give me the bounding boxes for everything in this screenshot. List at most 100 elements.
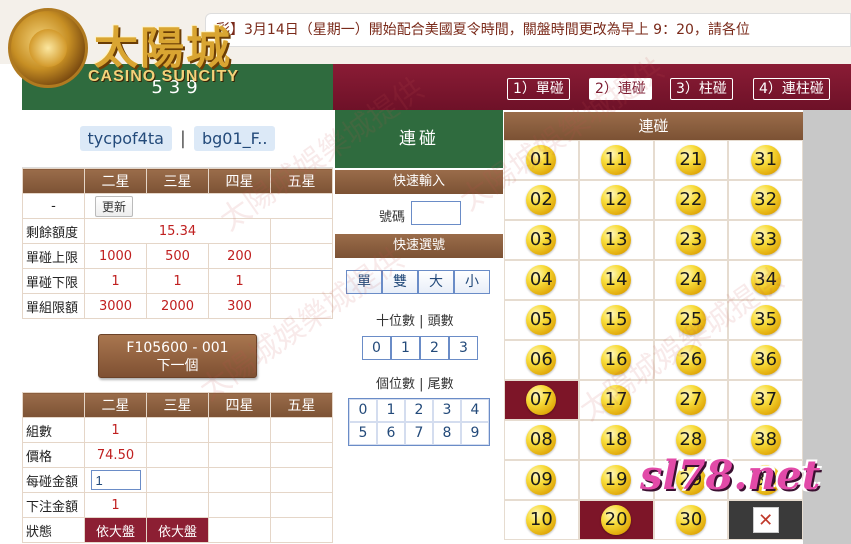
ball-cell[interactable]: 21 [653, 140, 729, 180]
cell-value [270, 517, 333, 543]
number-ball[interactable]: 18 [601, 425, 632, 455]
next-button[interactable]: F105600 - 001 下一個 [98, 334, 257, 378]
tens-digit-button[interactable]: 3 [449, 336, 478, 360]
number-ball[interactable]: 16 [601, 345, 632, 375]
number-ball[interactable]: 06 [526, 345, 557, 375]
number-ball[interactable]: 01 [526, 145, 557, 175]
units-digit-button[interactable]: 6 [377, 422, 405, 445]
ball-cell[interactable]: 11 [578, 140, 654, 180]
ball-cell[interactable]: 33 [728, 220, 803, 260]
ball-cell[interactable]: 24 [653, 260, 729, 300]
number-ball[interactable]: 05 [526, 305, 557, 335]
number-ball[interactable]: 23 [675, 225, 706, 255]
ball-cell[interactable]: 26 [653, 340, 729, 380]
number-ball[interactable]: 02 [526, 185, 557, 215]
clear-cell[interactable]: ✕ [728, 500, 803, 540]
ball-cell[interactable]: 04 [504, 260, 579, 300]
ball-cell[interactable]: 30 [653, 500, 729, 540]
number-ball[interactable]: 10 [526, 505, 557, 535]
ball-cell[interactable]: 14 [578, 260, 654, 300]
ball-cell[interactable]: 20 [578, 500, 654, 540]
ball-cell[interactable]: 17 [578, 380, 654, 420]
units-digit-button[interactable]: 9 [461, 422, 489, 445]
ball-cell[interactable]: 08 [504, 420, 579, 460]
number-input[interactable] [411, 201, 461, 225]
ball-cell[interactable]: 03 [504, 220, 579, 260]
number-ball[interactable]: 37 [750, 385, 781, 415]
tab-column-pair[interactable]: 3）柱碰 [670, 78, 733, 100]
user-info: tycpof4ta | bg01_F.. [22, 110, 333, 168]
small-button[interactable]: 小 [454, 270, 490, 294]
number-ball[interactable]: 07 [526, 385, 557, 415]
number-ball[interactable]: 34 [750, 265, 781, 295]
close-icon[interactable]: ✕ [752, 507, 779, 533]
ball-cell[interactable]: 23 [653, 220, 729, 260]
ball-cell[interactable]: 25 [653, 300, 729, 340]
number-ball[interactable]: 35 [750, 305, 781, 335]
number-ball[interactable]: 32 [750, 185, 781, 215]
ball-cell[interactable]: 13 [578, 220, 654, 260]
number-ball[interactable]: 36 [750, 345, 781, 375]
number-ball[interactable]: 11 [601, 145, 632, 175]
units-digit-button[interactable]: 3 [433, 399, 461, 422]
number-ball[interactable]: 24 [675, 265, 706, 295]
ball-cell[interactable]: 22 [653, 180, 729, 220]
big-button[interactable]: 大 [418, 270, 454, 294]
number-ball[interactable]: 13 [601, 225, 632, 255]
number-ball[interactable]: 03 [526, 225, 557, 255]
number-ball[interactable]: 33 [750, 225, 781, 255]
ball-cell[interactable]: 34 [728, 260, 803, 300]
units-digit-button[interactable]: 4 [461, 399, 489, 422]
number-ball[interactable]: 20 [601, 505, 632, 535]
number-ball[interactable]: 21 [675, 145, 706, 175]
ball-cell[interactable]: 07 [504, 380, 579, 420]
number-ball[interactable]: 31 [750, 145, 781, 175]
units-digit-button[interactable]: 1 [377, 399, 405, 422]
ball-cell[interactable]: 27 [653, 380, 729, 420]
ball-cell[interactable]: 05 [504, 300, 579, 340]
number-ball[interactable]: 12 [601, 185, 632, 215]
ball-cell[interactable]: 37 [728, 380, 803, 420]
number-ball[interactable]: 30 [675, 505, 706, 535]
number-ball[interactable]: 14 [601, 265, 632, 295]
tens-digit-button[interactable]: 2 [420, 336, 449, 360]
ball-cell[interactable]: 36 [728, 340, 803, 380]
number-ball[interactable]: 09 [526, 465, 557, 495]
ball-cell[interactable]: 10 [504, 500, 579, 540]
units-digit-button[interactable]: 8 [433, 422, 461, 445]
tab-multi-pair[interactable]: 2）連碰 [589, 78, 652, 100]
ball-cell[interactable]: 35 [728, 300, 803, 340]
even-button[interactable]: 雙 [382, 270, 418, 294]
number-ball[interactable]: 27 [675, 385, 706, 415]
number-ball[interactable]: 04 [526, 265, 557, 295]
tab-single-pair[interactable]: 1）單碰 [507, 78, 570, 100]
ball-cell[interactable]: 16 [578, 340, 654, 380]
number-ball[interactable]: 15 [601, 305, 632, 335]
number-ball[interactable]: 08 [526, 425, 557, 455]
tens-digit-button[interactable]: 1 [391, 336, 420, 360]
number-ball[interactable]: 38 [750, 425, 781, 455]
number-ball[interactable]: 17 [601, 385, 632, 415]
units-digit-button[interactable]: 2 [405, 399, 433, 422]
ball-cell[interactable]: 02 [504, 180, 579, 220]
number-ball[interactable]: 26 [675, 345, 706, 375]
ball-cell[interactable]: 32 [728, 180, 803, 220]
odd-button[interactable]: 單 [346, 270, 382, 294]
amount-per-bet-input[interactable] [90, 470, 141, 490]
tab-multi-column-pair[interactable]: 4）連柱碰 [753, 78, 830, 100]
ball-cell[interactable]: 15 [578, 300, 654, 340]
update-button[interactable]: 更新 [95, 195, 134, 217]
number-ball[interactable]: 22 [675, 185, 706, 215]
number-ball[interactable]: 19 [601, 465, 632, 495]
units-digit-button[interactable]: 5 [349, 422, 377, 445]
ball-cell[interactable]: 31 [728, 140, 803, 180]
number-ball[interactable]: 25 [675, 305, 706, 335]
units-digit-button[interactable]: 0 [349, 399, 377, 422]
tens-digit-button[interactable]: 0 [362, 336, 391, 360]
units-digit-button[interactable]: 7 [405, 422, 433, 445]
ball-cell[interactable]: 06 [504, 340, 579, 380]
ball-cell[interactable]: 09 [504, 460, 579, 500]
number-ball[interactable]: 28 [675, 425, 706, 455]
ball-cell[interactable]: 12 [578, 180, 654, 220]
ball-cell[interactable]: 01 [504, 140, 579, 180]
